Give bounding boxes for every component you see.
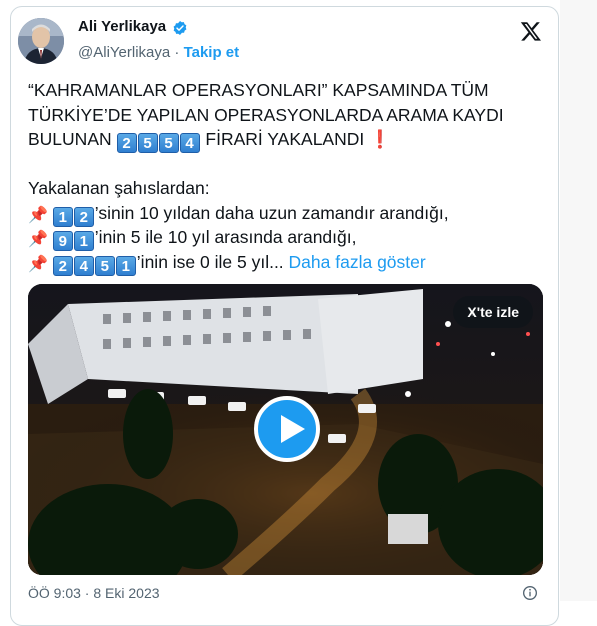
tweet-line-1: “KAHRAMANLAR OPERASYONLARI” KAPSAMINDA T… xyxy=(28,80,489,100)
tweet-line-2: TÜRKİYE’DE YAPILAN OPERASYONLARDA ARAMA … xyxy=(28,104,504,125)
tweet-line-3-prefix: BULUNAN xyxy=(28,129,112,149)
author-handle[interactable]: @AliYerlikaya xyxy=(78,44,170,61)
keycap-digit: 2 xyxy=(73,206,94,227)
pushpin-icon: 📌 xyxy=(28,231,48,248)
keycap-digit: 5 xyxy=(137,133,158,153)
verified-badge-icon xyxy=(173,21,187,35)
keycap-digit: 4 xyxy=(73,255,94,276)
keycap-digit: 5 xyxy=(94,255,115,276)
keycap-digit: 2 xyxy=(116,133,137,153)
keycap-digit: 1 xyxy=(115,255,136,276)
page-background-right xyxy=(560,0,597,601)
avatar[interactable] xyxy=(18,18,64,64)
keycap-digit: 1 xyxy=(73,231,94,251)
tweet-item-1-text: ’sinin 10 yıldan daha uzun zamandır aran… xyxy=(94,202,449,223)
keycap-digit: 2 xyxy=(52,255,73,276)
tweet-line-3-suffix: FİRARİ YAKALANDI xyxy=(205,129,365,149)
show-more-link[interactable]: Daha fazla göster xyxy=(289,252,426,272)
tweet-text: “KAHRAMANLAR OPERASYONLARI” KAPSAMINDA T… xyxy=(28,78,553,276)
author-name[interactable]: Ali Yerlikaya xyxy=(78,18,166,35)
pushpin-icon: 📌 xyxy=(28,255,48,273)
video-player[interactable]: X'te izle xyxy=(28,284,543,575)
tweet-item-1: 📌 1 2’sinin 10 yıldan daha uzun zamandır … xyxy=(28,201,553,227)
tweet-item-2: 📌 9 1’inin 5 ile 10 yıl arasında arandığı… xyxy=(28,225,553,251)
keycap-digit: 1 xyxy=(52,206,73,227)
info-icon[interactable] xyxy=(522,585,538,601)
separator-dot: · xyxy=(174,44,180,61)
tweet-item-3-text: ’inin ise 0 ile 5 yıl... xyxy=(136,251,284,272)
handle-row: @AliYerlikaya · Takip et xyxy=(78,44,239,61)
tweet-intro: Yakalanan şahıslardan: xyxy=(28,178,210,198)
exclamation-icon: ❗ xyxy=(369,129,391,149)
tweet-timestamp[interactable]: ÖÖ 9:03 · 8 Eki 2023 xyxy=(28,585,160,601)
watch-on-x-button[interactable]: X'te izle xyxy=(453,296,533,328)
play-icon[interactable] xyxy=(254,396,320,462)
tweet-item-3: 📌 2 4 5 1’inin ise 0 ile 5 yıl... Daha fazl… xyxy=(28,250,553,276)
keycap-digit: 5 xyxy=(158,133,179,153)
tweet-item-2-text: ’inin 5 ile 10 yıl arasında arandığı, xyxy=(94,227,357,247)
keycap-digit: 9 xyxy=(52,231,73,251)
x-logo-icon[interactable] xyxy=(520,20,542,42)
tweet-line-3: BULUNAN 2554 FİRARİ YAKALANDI ❗ xyxy=(28,127,553,153)
keycap-digit: 4 xyxy=(179,133,200,153)
follow-button[interactable]: Takip et xyxy=(184,44,240,61)
